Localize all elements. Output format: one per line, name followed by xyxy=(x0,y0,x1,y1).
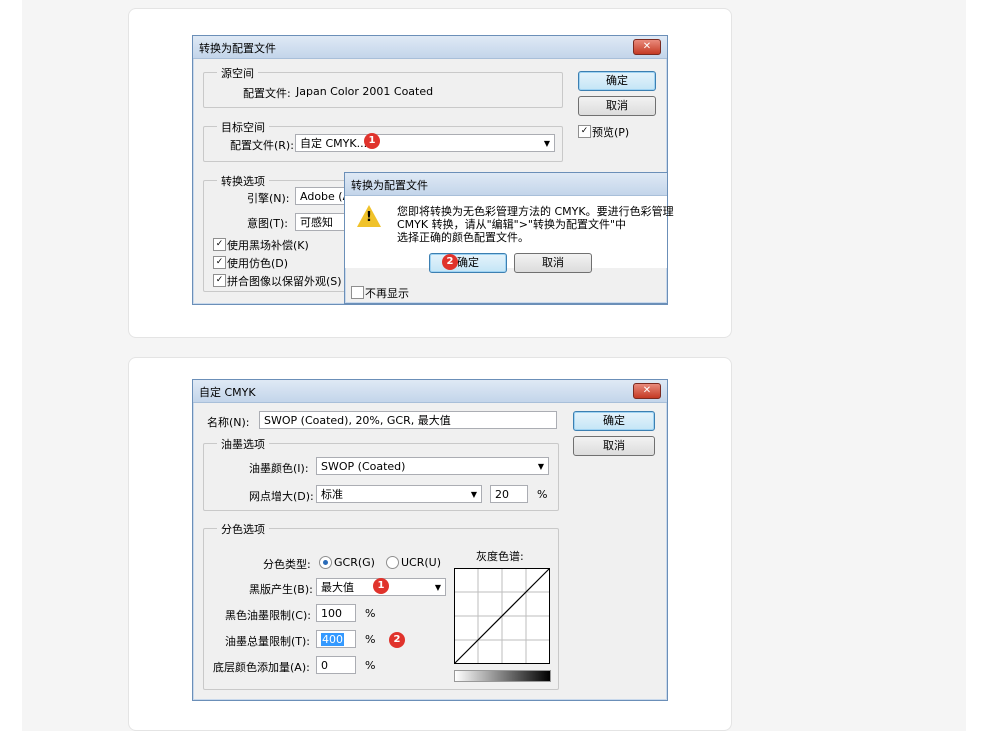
chevron-down-icon: ▼ xyxy=(537,462,544,471)
intent-label: 意图(T): xyxy=(247,217,289,230)
percent-sign: % xyxy=(365,633,376,646)
step-badge-2: 2 xyxy=(442,254,458,270)
alert-cancel-button[interactable]: 取消 xyxy=(514,253,592,273)
name-input[interactable]: SWOP (Coated), 20%, GCR, 最大值 xyxy=(259,411,557,429)
dialog-titlebar: 转换为配置文件 ✕ xyxy=(193,36,667,59)
dot-gain-value: 标准 xyxy=(321,488,343,501)
dot-gain-select[interactable]: 标准 ▼ xyxy=(316,485,482,503)
step-badge-1: 1 xyxy=(364,133,380,149)
source-space-legend: 源空间 xyxy=(217,65,258,81)
flatten-checkbox[interactable]: ✓ xyxy=(213,274,226,287)
gray-gradient-bar xyxy=(454,670,551,682)
ok-button[interactable]: 确定 xyxy=(578,71,656,91)
dont-show-checkbox[interactable] xyxy=(351,286,364,299)
ucr-label: UCR(U) xyxy=(401,556,442,569)
cancel-button[interactable]: 取消 xyxy=(573,436,655,456)
chevron-down-icon: ▼ xyxy=(543,139,550,148)
target-space-legend: 目标空间 xyxy=(217,119,269,135)
ok-button[interactable]: 确定 xyxy=(573,411,655,431)
uca-input[interactable]: 0 xyxy=(316,656,356,674)
source-profile-label: 配置文件: xyxy=(243,87,291,100)
preview-checkbox[interactable]: ✓ xyxy=(578,125,591,138)
preview-label: 预览(P) xyxy=(592,126,630,139)
alert-message-line3: 选择正确的颜色配置文件。 xyxy=(397,231,529,244)
flatten-label: 拼合图像以保留外观(S) xyxy=(227,275,342,288)
chevron-down-icon: ▼ xyxy=(470,490,477,499)
ink-colors-label: 油墨颜色(I): xyxy=(249,462,309,475)
name-label: 名称(N): xyxy=(207,416,250,429)
black-ink-limit-label: 黑色油墨限制(C): xyxy=(225,609,311,622)
percent-sign: % xyxy=(537,488,548,501)
conversion-options-legend: 转换选项 xyxy=(217,173,269,189)
close-icon[interactable]: ✕ xyxy=(633,383,661,399)
uca-value: 0 xyxy=(321,659,328,672)
percent-sign: % xyxy=(365,607,376,620)
cancel-button[interactable]: 取消 xyxy=(578,96,656,116)
gray-ramp-graph xyxy=(454,568,550,664)
engine-value: Adobe (A xyxy=(300,190,351,203)
gcr-radio[interactable] xyxy=(319,556,332,569)
warning-exclamation: ! xyxy=(366,210,372,225)
black-ink-limit-input[interactable]: 100 xyxy=(316,604,356,622)
ink-colors-select[interactable]: SWOP (Coated) ▼ xyxy=(316,457,549,475)
uca-label: 底层颜色添加量(A): xyxy=(213,661,310,674)
target-profile-select[interactable]: 自定 CMYK... ▼ xyxy=(295,134,555,152)
gray-ramp-label: 灰度色谱: xyxy=(476,550,524,563)
dither-checkbox[interactable]: ✓ xyxy=(213,256,226,269)
chevron-down-icon: ▼ xyxy=(434,583,441,592)
ink-options-legend: 油墨选项 xyxy=(217,436,269,452)
dot-gain-percent-value: 20 xyxy=(495,488,509,501)
alert-ok-button[interactable]: 确定 xyxy=(429,253,507,273)
total-ink-limit-input[interactable]: 400 xyxy=(316,630,356,648)
close-icon[interactable]: ✕ xyxy=(633,39,661,55)
separation-type-label: 分色类型: xyxy=(263,558,311,571)
dot-gain-label: 网点增大(D): xyxy=(249,490,314,503)
ink-colors-value: SWOP (Coated) xyxy=(321,460,406,473)
percent-sign: % xyxy=(365,659,376,672)
dont-show-label: 不再显示 xyxy=(365,287,409,300)
step-badge-1: 1 xyxy=(373,578,389,594)
custom-cmyk-dialog: 自定 CMYK ✕ 名称(N): SWOP (Coated), 20%, GCR… xyxy=(192,379,668,701)
black-gen-label: 黑版产生(B): xyxy=(249,583,313,596)
black-gen-value: 最大值 xyxy=(321,581,354,594)
separation-options-legend: 分色选项 xyxy=(217,521,269,537)
ucr-radio[interactable] xyxy=(386,556,399,569)
cmyk-warning-alert: 转换为配置文件 ! 您即将转换为无色彩管理方法的 CMYK。要进行色彩管理 CM… xyxy=(344,172,674,304)
dither-label: 使用仿色(D) xyxy=(227,257,289,270)
black-point-checkbox[interactable]: ✓ xyxy=(213,238,226,251)
dialog-titlebar: 自定 CMYK ✕ xyxy=(193,380,667,403)
dialog-title: 自定 CMYK xyxy=(199,386,256,399)
alert-title: 转换为配置文件 xyxy=(351,179,428,192)
black-point-label: 使用黑场补偿(K) xyxy=(227,239,309,252)
step-badge-2: 2 xyxy=(389,632,405,648)
dot-gain-percent-input[interactable]: 20 xyxy=(490,485,528,503)
engine-label: 引擎(N): xyxy=(247,192,290,205)
alert-titlebar: 转换为配置文件 xyxy=(345,173,667,196)
gcr-label: GCR(G) xyxy=(334,556,375,569)
target-profile-label: 配置文件(R): xyxy=(230,139,294,152)
intent-value: 可感知 xyxy=(300,216,333,229)
dialog-title: 转换为配置文件 xyxy=(199,42,276,55)
black-ink-limit-value: 100 xyxy=(321,607,342,620)
source-profile-value: Japan Color 2001 Coated xyxy=(296,85,434,98)
name-value: SWOP (Coated), 20%, GCR, 最大值 xyxy=(264,414,451,427)
total-ink-limit-label: 油墨总量限制(T): xyxy=(225,635,311,648)
target-profile-value: 自定 CMYK... xyxy=(300,137,368,150)
total-ink-limit-value: 400 xyxy=(321,633,344,646)
